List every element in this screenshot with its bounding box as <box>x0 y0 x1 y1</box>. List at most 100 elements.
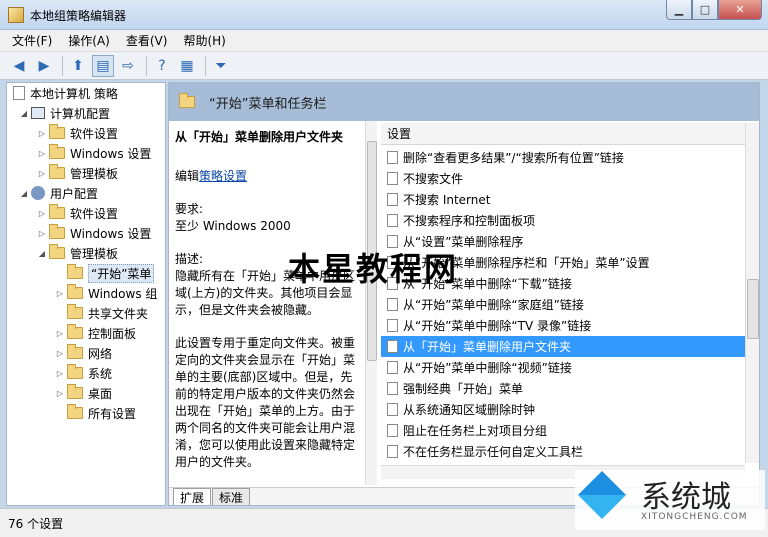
setting-row[interactable]: 不搜索 Internet <box>381 189 745 210</box>
folder-icon <box>49 204 65 219</box>
folder-icon <box>49 164 65 179</box>
expand-arrow-icon[interactable]: ▷ <box>55 349 65 358</box>
content-pane: “开始”菜单和任务栏 从「开始」菜单删除用户文件夹 编辑策略设置 要求: 至少 … <box>168 82 760 506</box>
setting-label: 不搜索文件 <box>403 172 464 186</box>
list-scrollbar[interactable] <box>745 123 759 463</box>
policy-editor-icon <box>8 7 24 23</box>
window-title: 本地组策略编辑器 <box>30 9 127 23</box>
expand-arrow-icon[interactable]: ▷ <box>37 149 47 158</box>
folder-icon <box>49 224 65 239</box>
expand-arrow-icon[interactable]: ▷ <box>55 289 65 298</box>
tree-item-user-software[interactable]: ▷ 软件设置 <box>7 203 165 223</box>
tree-item-computer-windows[interactable]: ▷ Windows 设置 <box>7 143 165 163</box>
user-icon <box>31 186 45 200</box>
tree-label: 软件设置 <box>70 206 119 221</box>
expand-arrow-icon[interactable]: ▷ <box>37 229 47 238</box>
folder-icon <box>67 324 83 339</box>
maximize-button[interactable]: □ <box>692 0 718 20</box>
folder-icon <box>49 244 65 259</box>
description-scrollbar[interactable] <box>365 121 377 485</box>
expand-arrow-icon[interactable]: ▷ <box>55 369 65 378</box>
setting-row[interactable]: 强制经典「开始」菜单 <box>381 378 745 399</box>
menu-view[interactable]: 查看(V) <box>126 32 168 49</box>
description-title: 从「开始」菜单删除用户文件夹 <box>175 130 344 144</box>
requirement-value: 至少 Windows 2000 <box>175 219 291 233</box>
expand-arrow-icon[interactable]: ▷ <box>37 129 47 138</box>
folder-icon <box>49 124 65 139</box>
collapse-arrow-icon[interactable]: ◢ <box>19 109 29 118</box>
policy-setting-icon <box>387 214 398 227</box>
menu-help[interactable]: 帮助(H) <box>183 32 225 49</box>
tree-item-network[interactable]: ▷ 网络 <box>7 343 165 363</box>
collapse-arrow-icon[interactable]: ◢ <box>37 249 47 258</box>
tree-item-user-admin[interactable]: ◢ 管理模板 <box>7 243 165 263</box>
edit-prefix: 编辑 <box>175 169 200 183</box>
expand-arrow-icon[interactable]: ▷ <box>55 389 65 398</box>
tree-item-computer-admin[interactable]: ▷ 管理模板 <box>7 163 165 183</box>
tree-label: 桌面 <box>88 386 113 401</box>
tree-item-windows-components[interactable]: ▷ Windows 组 <box>7 283 165 303</box>
help-icon[interactable]: ? <box>151 55 173 77</box>
tree-item-user-config[interactable]: ◢ 用户配置 <box>7 183 165 203</box>
minimize-button[interactable]: ▁ <box>666 0 692 20</box>
back-arrow-icon[interactable]: ◀ <box>8 55 30 77</box>
expand-arrow-icon[interactable]: ▷ <box>37 209 47 218</box>
tree-label: 控制面板 <box>88 326 137 341</box>
folder-icon <box>67 304 83 319</box>
tab-standard[interactable]: 标准 <box>212 488 251 505</box>
setting-row[interactable]: 不搜索文件 <box>381 168 745 189</box>
setting-row[interactable]: 从系统通知区域删除时钟 <box>381 399 745 420</box>
policy-setting-icon <box>387 172 398 185</box>
setting-row[interactable]: 从“开始”菜单中删除“家庭组”链接 <box>381 294 745 315</box>
tree-item-user-windows[interactable]: ▷ Windows 设置 <box>7 223 165 243</box>
scroll-thumb[interactable] <box>747 279 759 339</box>
up-folder-icon[interactable]: ⬆ <box>67 55 89 77</box>
filter-icon[interactable]: ⏷ <box>210 55 232 77</box>
tree-item-all-settings[interactable]: 所有设置 <box>7 403 165 423</box>
setting-row[interactable]: 不搜索程序和控制面板项 <box>381 210 745 231</box>
tree-label: Windows 设置 <box>70 146 152 161</box>
setting-row[interactable]: 不在任务栏显示任何自定义工具栏 <box>381 441 745 461</box>
tree-item-system[interactable]: ▷ 系统 <box>7 363 165 383</box>
tab-extended[interactable]: 扩展 <box>173 488 212 505</box>
tree-item-control-panel[interactable]: ▷ 控制面板 <box>7 323 165 343</box>
edit-line: 编辑策略设置 <box>175 168 355 185</box>
expand-arrow-icon[interactable]: ▷ <box>37 169 47 178</box>
collapse-arrow-icon[interactable]: ◢ <box>19 189 29 198</box>
setting-label: 删除“查看更多结果”/“搜索所有位置”链接 <box>403 151 624 165</box>
setting-label: 从系统通知区域删除时钟 <box>403 403 536 417</box>
menu-file[interactable]: 文件(F) <box>12 32 52 49</box>
setting-label: 从「开始」菜单删除用户文件夹 <box>403 340 572 354</box>
properties-icon[interactable]: ▦ <box>176 55 198 77</box>
policy-setting-icon <box>387 424 398 437</box>
column-header-setting[interactable]: 设置 <box>381 123 745 145</box>
export-list-icon[interactable]: ⇨ <box>117 55 139 77</box>
tree-label: 用户配置 <box>50 186 99 201</box>
setting-row[interactable]: 从“开始”菜单中删除“视频”链接 <box>381 357 745 378</box>
setting-label: 不搜索 Internet <box>403 193 491 207</box>
toolbar-separator <box>146 55 147 76</box>
description-more: 此设置专用于重定向文件夹。被重定向的文件夹会显示在「开始」菜单的主要(底部)区域… <box>175 336 356 469</box>
policy-setting-icon <box>387 361 398 374</box>
edit-policy-link[interactable]: 策略设置 <box>199 169 247 183</box>
expand-arrow-icon[interactable]: ▷ <box>55 329 65 338</box>
tree-item-computer-software[interactable]: ▷ 软件设置 <box>7 123 165 143</box>
content-header: “开始”菜单和任务栏 <box>169 83 759 121</box>
close-button[interactable]: ✕ <box>718 0 762 20</box>
setting-label: 从“开始”菜单中删除“家庭组”链接 <box>403 298 584 312</box>
tree-label: “开始”菜单 <box>88 263 155 283</box>
setting-row[interactable]: 从“开始”菜单中删除“TV 录像”链接 <box>381 315 745 336</box>
tree-item-root[interactable]: 本地计算机 策略 <box>7 83 165 103</box>
menu-action[interactable]: 操作(A) <box>68 32 110 49</box>
setting-row[interactable]: 删除“查看更多结果”/“搜索所有位置”链接 <box>381 147 745 168</box>
tree-item-shared-folders[interactable]: 共享文件夹 <box>7 303 165 323</box>
show-hide-tree-icon[interactable]: ▤ <box>92 54 114 77</box>
forward-arrow-icon[interactable]: ▶ <box>33 55 55 77</box>
setting-row[interactable]: 阻止在任务栏上对项目分组 <box>381 420 745 441</box>
setting-row[interactable]: 从「开始」菜单删除用户文件夹 <box>381 336 745 357</box>
folder-icon <box>67 344 83 359</box>
tree-item-computer-config[interactable]: ◢ 计算机配置 <box>7 103 165 123</box>
tree-item-desktop[interactable]: ▷ 桌面 <box>7 383 165 403</box>
tree-item-start-menu[interactable]: “开始”菜单 <box>7 263 165 283</box>
toolbar-separator <box>62 55 63 76</box>
